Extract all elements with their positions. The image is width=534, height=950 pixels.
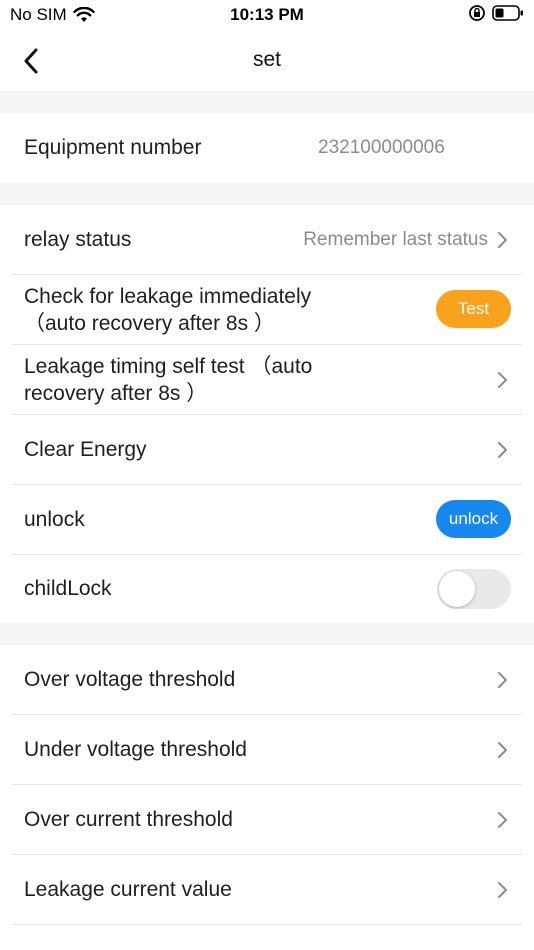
over-current-threshold-row[interactable]: Over current threshold <box>0 785 534 855</box>
leakage-timing-label-line1: Leakage timing self test （auto <box>24 355 313 378</box>
over-voltage-threshold-row[interactable]: Over voltage threshold <box>0 645 534 715</box>
battery-icon <box>492 5 523 21</box>
leakage-check-row: Check for leakage immediately （auto reco… <box>0 275 534 345</box>
leakage-timing-label-line2: recovery after 8s ） <box>24 382 208 405</box>
chevron-right-icon <box>498 372 507 388</box>
chevron-right-icon <box>498 442 507 458</box>
leakage-check-label-line2: （auto recovery after 8s ） <box>24 312 275 335</box>
section-gap <box>0 183 534 205</box>
child-lock-toggle[interactable] <box>437 569 511 609</box>
chevron-right-icon <box>498 812 507 828</box>
child-lock-row: childLock <box>0 555 534 623</box>
nav-bar: set <box>0 30 534 90</box>
unlock-row: unlock unlock <box>0 485 534 555</box>
clock: 10:13 PM <box>230 5 304 24</box>
clear-energy-row[interactable]: Clear Energy <box>0 415 534 485</box>
chevron-right-icon <box>498 232 507 248</box>
unlock-label: unlock <box>24 508 85 531</box>
section-gap <box>0 91 534 113</box>
row-divider <box>12 924 522 925</box>
section-gap <box>0 623 534 645</box>
under-voltage-threshold-row[interactable]: Under voltage threshold <box>0 715 534 785</box>
chevron-right-icon <box>498 672 507 688</box>
unlock-button[interactable]: unlock <box>436 500 511 538</box>
leakage-check-label-line1: Check for leakage immediately <box>24 285 312 308</box>
leakage-current-value-row[interactable]: Leakage current value <box>0 855 534 925</box>
orientation-lock-icon <box>469 5 485 21</box>
relay-status-row[interactable]: relay status Remember last status <box>0 205 534 275</box>
child-lock-label: childLock <box>24 577 112 600</box>
status-bar: No SIM 10:13 PM <box>0 0 534 30</box>
under-voltage-threshold-label: Under voltage threshold <box>24 738 247 761</box>
over-current-threshold-label: Over current threshold <box>24 808 233 831</box>
toggle-knob <box>439 571 475 607</box>
clear-energy-label: Clear Energy <box>24 438 147 461</box>
chevron-right-icon <box>498 742 507 758</box>
leakage-current-value-label: Leakage current value <box>24 878 232 901</box>
test-button[interactable]: Test <box>436 290 511 328</box>
equipment-number-value: 232100000006 <box>318 137 445 158</box>
relay-status-label: relay status <box>24 228 132 251</box>
equipment-number-label: Equipment number <box>24 136 202 159</box>
page-title: set <box>252 48 281 71</box>
over-voltage-threshold-label: Over voltage threshold <box>24 668 236 691</box>
equipment-number-row: Equipment number 232100000006 <box>0 113 534 183</box>
relay-status-value: Remember last status <box>303 229 488 250</box>
leakage-timing-row[interactable]: Leakage timing self test （auto recovery … <box>0 345 534 415</box>
chevron-right-icon <box>498 882 507 898</box>
system-indicators <box>468 4 524 22</box>
